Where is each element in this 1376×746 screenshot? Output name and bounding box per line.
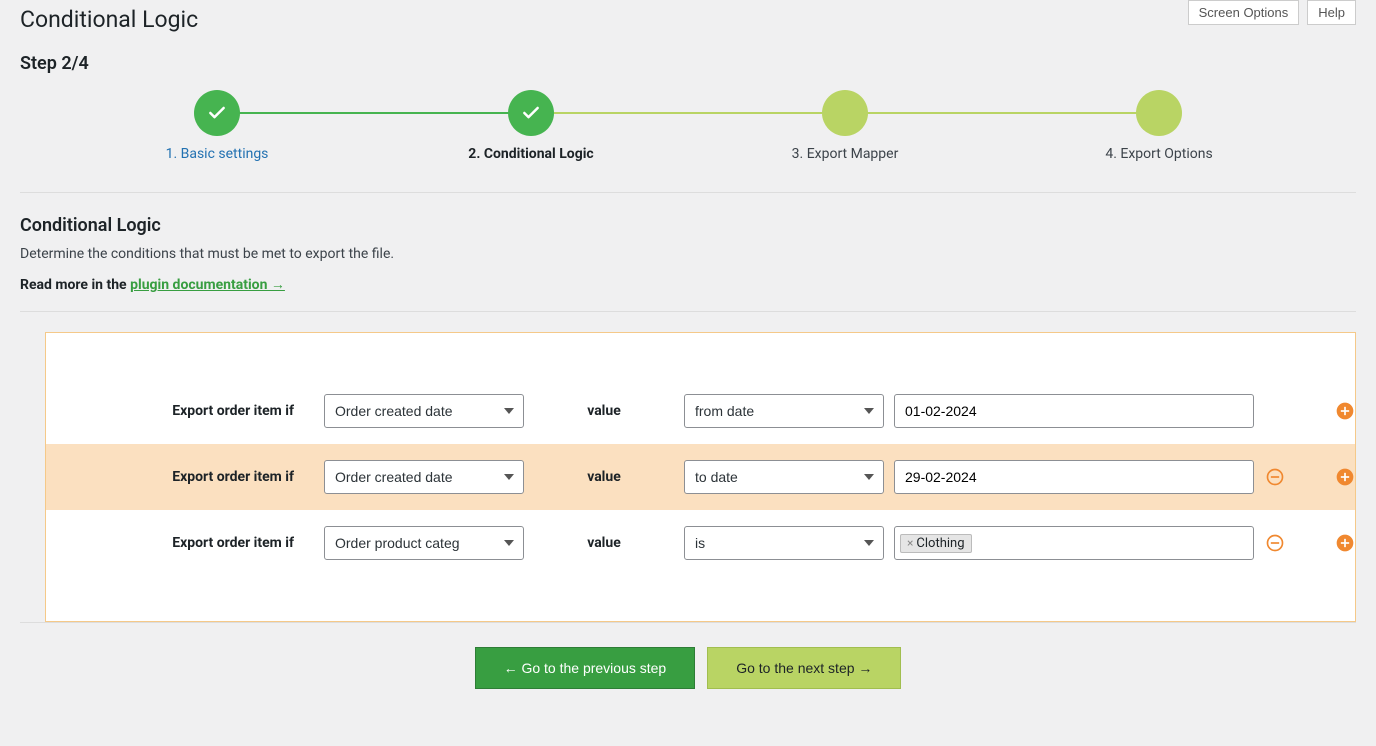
field-select[interactable] [324,394,524,428]
step-connector [531,112,845,114]
step-4: 4. Export Options [1002,90,1316,162]
field-select[interactable] [324,526,524,560]
value-tag-input[interactable]: ×Clothing [894,526,1254,560]
step-label: 2. Conditional Logic [468,146,593,162]
step-connector [845,112,1159,114]
step-label: 3. Export Mapper [792,146,899,162]
rule-label: Export order item if [74,535,314,551]
add-rule-button[interactable] [1334,532,1356,554]
plus-circle-icon [1335,533,1355,553]
remove-rule-button[interactable] [1264,466,1286,488]
step-circle-pending [822,90,868,136]
rules-container: Export order item ifvalueExport order it… [45,332,1356,622]
step-label[interactable]: 1. Basic settings [166,146,269,162]
previous-step-button[interactable]: ← Go to the previous step [475,647,696,689]
step-3: 3. Export Mapper [688,90,1002,162]
rule-row: Export order item if value [46,378,1355,444]
operator-select[interactable] [684,526,884,560]
rule-label: Export order item if [74,469,314,485]
read-more-prefix: Read more in the [20,277,130,293]
rule-label: Export order item if [74,403,314,419]
rule-row: Export order item if value [46,444,1355,510]
field-select[interactable] [324,460,524,494]
step-1[interactable]: 1. Basic settings [60,90,374,162]
value-input[interactable] [894,394,1254,428]
help-button[interactable]: Help [1307,0,1356,25]
step-circle-pending [1136,90,1182,136]
read-more: Read more in the plugin documentation → [20,276,1356,312]
step-connector [217,112,531,114]
plus-circle-icon [1335,467,1355,487]
step-2: 2. Conditional Logic [374,90,688,162]
screen-options-button[interactable]: Screen Options [1188,0,1300,25]
value-label: value [534,403,674,419]
page-title: Conditional Logic [20,6,1356,33]
section-heading: Conditional Logic [20,215,1356,236]
tag-remove-icon[interactable]: × [907,536,913,550]
documentation-link[interactable]: plugin documentation → [130,277,285,293]
value-label: value [534,535,674,551]
rule-row: Export order item if value ×Clothing [46,510,1355,576]
minus-circle-icon [1265,533,1285,553]
check-icon [508,90,554,136]
value-input[interactable] [894,460,1254,494]
add-rule-button[interactable] [1334,466,1356,488]
tag: ×Clothing [900,534,972,553]
tag-label: Clothing [916,536,964,551]
operator-select[interactable] [684,394,884,428]
value-label: value [534,469,674,485]
remove-rule-button[interactable] [1264,532,1286,554]
minus-circle-icon [1265,467,1285,487]
operator-select[interactable] [684,460,884,494]
plus-circle-icon [1335,401,1355,421]
add-rule-button[interactable] [1334,400,1356,422]
section-description: Determine the conditions that must be me… [20,246,1356,262]
check-icon [194,90,240,136]
step-label: 4. Export Options [1105,146,1212,162]
step-heading: Step 2/4 [20,53,1356,74]
stepper: 1. Basic settings 2. Conditional Logic 3. … [20,90,1356,193]
next-step-button[interactable]: Go to the next step → [707,647,901,689]
